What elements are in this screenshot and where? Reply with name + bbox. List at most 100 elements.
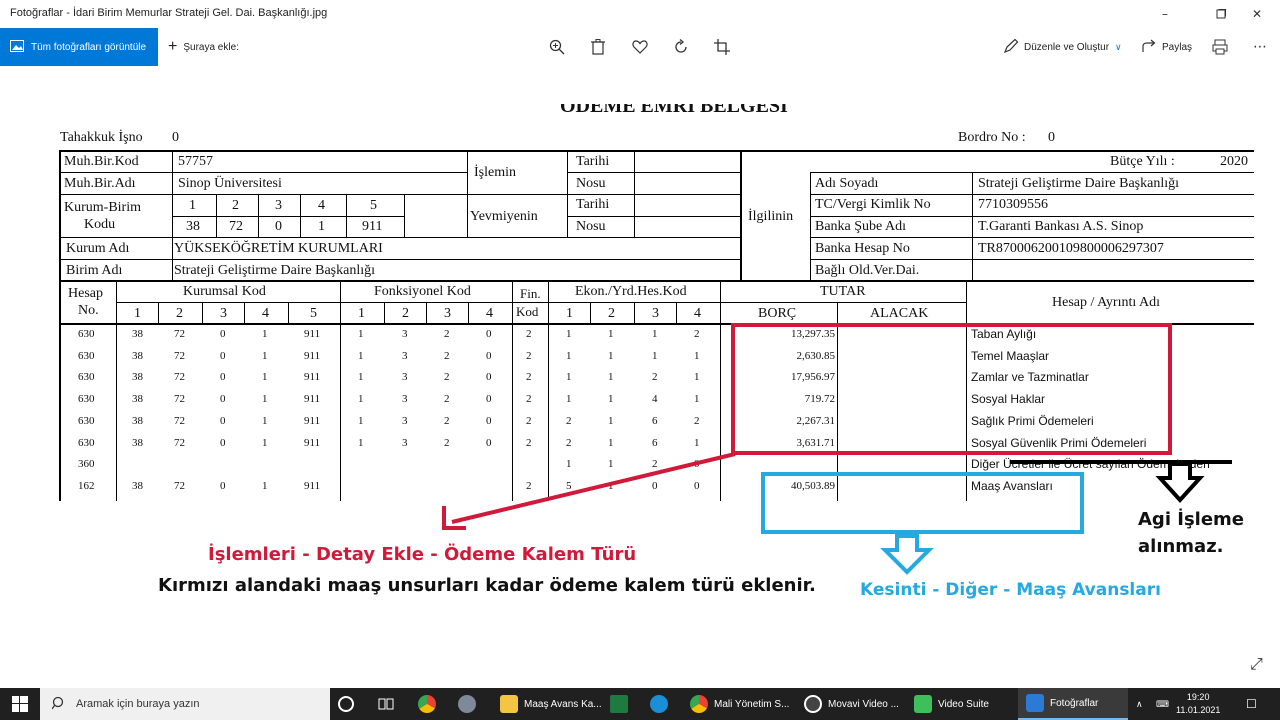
fin-kod-label: Kod	[516, 304, 539, 319]
cell-f2: 3	[402, 436, 408, 449]
movavi-icon	[804, 695, 822, 713]
adi-soyadi-value: Strateji Geliştirme Daire Başkanlığı	[978, 176, 1180, 191]
cell-fin: 2	[526, 436, 532, 449]
bagli-label: Bağlı Old.Ver.Dai.	[815, 263, 920, 278]
cell-f4: 0	[486, 371, 492, 384]
excel-icon[interactable]	[610, 695, 628, 713]
kb-value: 911	[362, 219, 383, 234]
cell-k5: 911	[304, 436, 321, 449]
ekon-sub: 1	[566, 306, 573, 321]
ekon-label: Ekon./Yrd.Hes.Kod	[575, 284, 687, 299]
cell-f4: 0	[486, 414, 492, 427]
all-photos-button[interactable]: Tüm fotoğrafları görüntüle	[0, 28, 158, 66]
minimize-icon[interactable]: –	[1142, 0, 1188, 28]
cell-e4: 1	[694, 436, 700, 449]
cell-k4: 1	[262, 436, 268, 449]
cell-hesap: 630	[78, 393, 95, 406]
clock-time[interactable]: 19:20	[1187, 691, 1210, 704]
hesap-adi-label: Hesap / Ayrıntı Adı	[1052, 295, 1160, 310]
cell-k3: 0	[220, 414, 226, 427]
crop-icon[interactable]	[712, 37, 732, 57]
cortana-icon[interactable]	[338, 696, 354, 712]
butce-yili-label: Bütçe Yılı :	[1110, 154, 1175, 169]
taskbar-item-mali[interactable]: Mali Yönetim S...	[682, 688, 797, 720]
cell-f3: 2	[444, 349, 450, 362]
cell-e1: 1	[566, 458, 572, 471]
taskbar-item-maas[interactable]: Maaş Avans Ka...	[492, 688, 610, 720]
chrome-icon[interactable]	[418, 695, 436, 713]
cell-e1: 1	[566, 371, 572, 384]
rotate-icon[interactable]	[671, 37, 691, 57]
search-icon	[51, 696, 66, 713]
ekon-sub: 2	[608, 306, 615, 321]
cell-hesap: 630	[78, 349, 95, 362]
cell-f3: 2	[444, 371, 450, 384]
cell-k4: 1	[262, 479, 268, 492]
edge-icon[interactable]	[650, 695, 668, 713]
share-button[interactable]: Paylaş	[1142, 28, 1192, 66]
cell-e2: 1	[608, 393, 614, 406]
cell-f4: 0	[486, 349, 492, 362]
cell-e1: 5	[566, 479, 572, 492]
cell-e3: 2	[652, 458, 658, 471]
cell-hesap: 630	[78, 371, 95, 384]
notification-icon[interactable]: ☐	[1246, 688, 1257, 720]
tray-chevron-icon[interactable]: ∧	[1136, 688, 1143, 720]
cell-f2: 3	[402, 414, 408, 427]
banka-sube-label: Banka Şube Adı	[815, 219, 906, 234]
cell-e4: 1	[694, 349, 700, 362]
cell-hesap: 630	[78, 414, 95, 427]
cell-f1: 1	[358, 371, 364, 384]
heart-icon[interactable]	[630, 37, 650, 57]
cell-k5: 911	[304, 393, 321, 406]
expand-icon[interactable]: ⤢	[1250, 656, 1263, 674]
cell-e4: 1	[694, 371, 700, 384]
toolbar: Tüm fotoğrafları görüntüle + Şuraya ekle…	[0, 28, 1280, 66]
banka-sube-value: T.Garanti Bankası A.S. Sinop	[978, 219, 1144, 234]
close-icon[interactable]: ✕	[1234, 0, 1280, 28]
zoom-icon[interactable]	[547, 37, 567, 57]
task-view-icon[interactable]	[378, 696, 394, 717]
folder-icon	[500, 695, 518, 713]
cell-k4: 1	[262, 349, 268, 362]
cell-f1: 1	[358, 328, 364, 340]
cell-k3: 0	[220, 328, 226, 340]
cell-e4: 0	[694, 479, 700, 492]
taskbar-item-photos[interactable]: Fotoğraflar	[1018, 688, 1128, 720]
cell-f2: 3	[402, 371, 408, 384]
cell-e3: 6	[652, 436, 658, 449]
fin-kod-label: Fin.	[520, 286, 541, 301]
photos-icon	[1026, 694, 1044, 712]
clock-date[interactable]: 11.01.2021	[1176, 704, 1220, 717]
app-icon[interactable]	[458, 695, 476, 713]
red-annotation-title: İşlemleri - Detay Ekle - Ödeme Kalem Tür…	[208, 544, 637, 565]
more-options-icon[interactable]: ⋯	[1250, 37, 1270, 57]
cell-hesap: 360	[78, 458, 95, 471]
cell-k5: 911	[304, 371, 321, 384]
taskbar-item-video-suite[interactable]: Video Suite	[906, 688, 997, 720]
keyboard-icon[interactable]: ⌨	[1156, 688, 1169, 720]
taskbar-item-movavi[interactable]: Movavi Video ...	[796, 688, 907, 720]
tarihi-label: Tarihi	[576, 197, 610, 212]
fonksiyonel-sub: 4	[486, 306, 493, 321]
cell-k5: 911	[304, 349, 321, 362]
add-to-button[interactable]: + Şuraya ekle:	[168, 28, 239, 66]
cell-e2: 1	[608, 479, 614, 492]
cell-f1: 1	[358, 349, 364, 362]
cell-e2: 1	[608, 458, 614, 471]
islemin-label: İşlemin	[474, 165, 516, 180]
kb-head: 2	[232, 198, 239, 213]
delete-icon[interactable]	[588, 37, 608, 57]
print-icon[interactable]	[1210, 37, 1230, 57]
taskbar-search-box[interactable]: Aramak için buraya yazın	[40, 688, 330, 720]
cell-f3: 2	[444, 328, 450, 340]
chrome-icon	[690, 695, 708, 713]
cell-k3: 0	[220, 436, 226, 449]
cell-f2: 3	[402, 393, 408, 406]
title-bar: Fotoğraflar - İdari Birim Memurlar Strat…	[0, 0, 1280, 28]
edit-create-button[interactable]: Düzenle ve Oluştur ∨	[1003, 28, 1122, 66]
cell-k1: 38	[132, 393, 143, 406]
windows-start-icon[interactable]	[12, 696, 28, 717]
cell-k1: 38	[132, 328, 143, 340]
cell-k2: 72	[174, 436, 185, 449]
